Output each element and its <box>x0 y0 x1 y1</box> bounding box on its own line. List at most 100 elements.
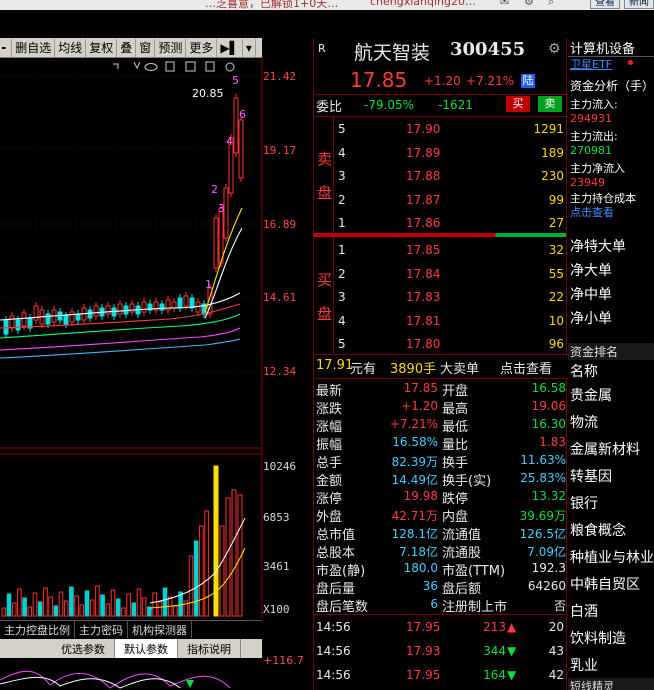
volume-bar <box>213 465 219 617</box>
stat-value: 19.06 <box>531 399 566 413</box>
flow-item[interactable]: 净大单 <box>570 260 612 280</box>
stat-label: 市盈(TTM) <box>442 564 506 579</box>
stat-label: 盘后笔数 <box>316 600 369 615</box>
last-price: 17.85 <box>350 68 408 92</box>
candle <box>63 315 69 325</box>
tab-main-code[interactable]: 主力密码 <box>75 621 128 638</box>
volume-bar <box>95 585 100 617</box>
tick-volume: 344 <box>483 644 506 658</box>
toolbar-window[interactable]: 窗 <box>136 38 156 57</box>
macd-svg <box>0 670 231 689</box>
book-level: 3 <box>338 290 346 304</box>
toolbar-more[interactable]: 更多 <box>186 38 218 57</box>
candle <box>93 305 99 317</box>
trading-app: …乏喜意，已解锁1+0天… chengxianqing20… ✉ ⚙ ⌕ 查看 … <box>0 0 654 690</box>
toolbar-remove-watch[interactable]: 删自选 <box>12 38 56 57</box>
rank-item[interactable]: 中韩自贸区 <box>570 574 640 594</box>
view-button[interactable]: 查看 <box>590 0 620 9</box>
volume-bar <box>69 586 74 617</box>
user-name: chengxianqing20… <box>370 0 477 8</box>
book-volume: 10 <box>548 313 564 328</box>
book-price: 17.89 <box>406 145 441 160</box>
flow-item[interactable]: 净特大单 <box>570 236 626 256</box>
rank-item[interactable]: 贵金属 <box>570 385 612 405</box>
volume-bar <box>27 606 33 617</box>
stat-label: 最高 <box>442 402 469 417</box>
ask-side-label: 卖 盘 <box>314 116 334 232</box>
stat-label: 金额 <box>316 474 343 489</box>
stat-value: 82.39万 <box>391 455 438 469</box>
volume-unit: X100 <box>263 603 290 616</box>
rank-item[interactable]: 白酒 <box>570 601 598 621</box>
flow-item[interactable]: 净中单 <box>570 284 612 304</box>
wave-label-3: 3 <box>218 202 225 215</box>
stat-label: 涨停 <box>316 492 343 507</box>
price-pct: +7.21% <box>466 74 515 88</box>
toolbar-adjust[interactable]: 复权 <box>86 38 118 57</box>
rank-item[interactable]: 乳业 <box>570 655 598 675</box>
rank-item[interactable]: 饮料制造 <box>570 628 626 648</box>
price-tick: 19.17 <box>263 144 297 157</box>
book-volume: 55 <box>548 266 564 281</box>
tick-time: 14:56 <box>316 668 351 682</box>
volume-bar <box>204 510 209 617</box>
book-price: 17.90 <box>406 122 441 136</box>
collapse-icon[interactable]: ▶▌ <box>217 38 243 57</box>
stat-value: 14.49亿 <box>391 473 438 487</box>
tab-institution[interactable]: 机构探测器 <box>128 621 192 638</box>
volume-bar <box>1 607 7 617</box>
footer-tab[interactable]: 短线精灵 <box>568 678 654 690</box>
settings-icon[interactable]: ⚙ <box>524 0 534 8</box>
book-volume: 32 <box>548 243 564 257</box>
toolbar-ma[interactable]: 均线 <box>55 38 87 57</box>
sell-button[interactable]: 卖 <box>538 96 562 112</box>
settings-gear-icon[interactable]: ⚙ <box>548 41 561 57</box>
rank-item[interactable]: 粮食概念 <box>570 520 626 540</box>
tab-main-control[interactable]: 主力控盘比例 <box>0 621 75 638</box>
etf-link[interactable]: 卫星ETF <box>570 56 612 72</box>
stat-label: 跌停 <box>442 492 469 507</box>
tick-count: 43 <box>548 644 564 658</box>
rank-item[interactable]: 金属新材料 <box>570 439 640 459</box>
tick-price: 17.93 <box>406 644 441 658</box>
price-tick: 14.61 <box>263 291 297 304</box>
volume-bar <box>188 555 194 617</box>
rank-item[interactable]: 物流 <box>570 412 598 432</box>
book-level: 1 <box>338 216 346 230</box>
price-tick: 21.42 <box>263 70 297 83</box>
candle <box>45 313 51 325</box>
kline-chart[interactable]: 20.85 5 6 4 2 3 1 21.42 19.17 16.89 14.6… <box>0 58 310 618</box>
volume-tick: 10246 <box>263 460 297 473</box>
rank-item[interactable]: 转基因 <box>570 466 612 486</box>
book-volume: 27 <box>548 216 564 230</box>
news-button[interactable]: 新闻 <box>624 0 654 9</box>
industry-name[interactable]: 计算机设备 <box>570 38 635 57</box>
dropdown-icon[interactable]: ▾ <box>243 38 256 57</box>
buy-button[interactable]: 买 <box>506 96 530 112</box>
tab-best-params[interactable]: 优选参数 <box>52 639 115 658</box>
tab-default-params[interactable]: 默认参数 <box>115 639 178 658</box>
book-level: 4 <box>338 313 346 328</box>
volume-bar <box>231 489 237 617</box>
toolbar-overlay[interactable]: 叠 <box>117 38 137 57</box>
rank-item[interactable]: 种植业与林业 <box>570 547 654 567</box>
stock-code: 300455 <box>450 39 526 60</box>
price-tick: 16.89 <box>263 218 297 231</box>
toolbar-forecast[interactable]: 预测 <box>155 38 187 57</box>
search-icon[interactable]: ⌕ <box>548 0 554 9</box>
tab-indicator-help[interactable]: 指标说明 <box>178 639 241 658</box>
ask-label-2: 盘 <box>317 184 333 202</box>
rank-title: 资金排名 <box>568 343 654 360</box>
book-volume: 96 <box>548 337 564 351</box>
wave-label-2: 2 <box>211 183 218 196</box>
book-volume: 1291 <box>533 122 564 136</box>
flow-item[interactable]: 净小单 <box>570 308 612 328</box>
main-in-label: 主力流入: <box>570 98 618 111</box>
big-order-qty: 3890手 <box>390 362 437 377</box>
mail-icon[interactable]: ✉ <box>500 0 509 8</box>
big-order-bar: 17.91 元有 3890手 大卖单 点击查看 <box>314 356 568 378</box>
rank-item[interactable]: 银行 <box>570 493 598 513</box>
big-order-view-link[interactable]: 点击查看 <box>500 358 552 377</box>
cost-link[interactable]: 点击查看 <box>570 204 614 220</box>
down-arrow-icon: ▼ <box>507 644 517 658</box>
